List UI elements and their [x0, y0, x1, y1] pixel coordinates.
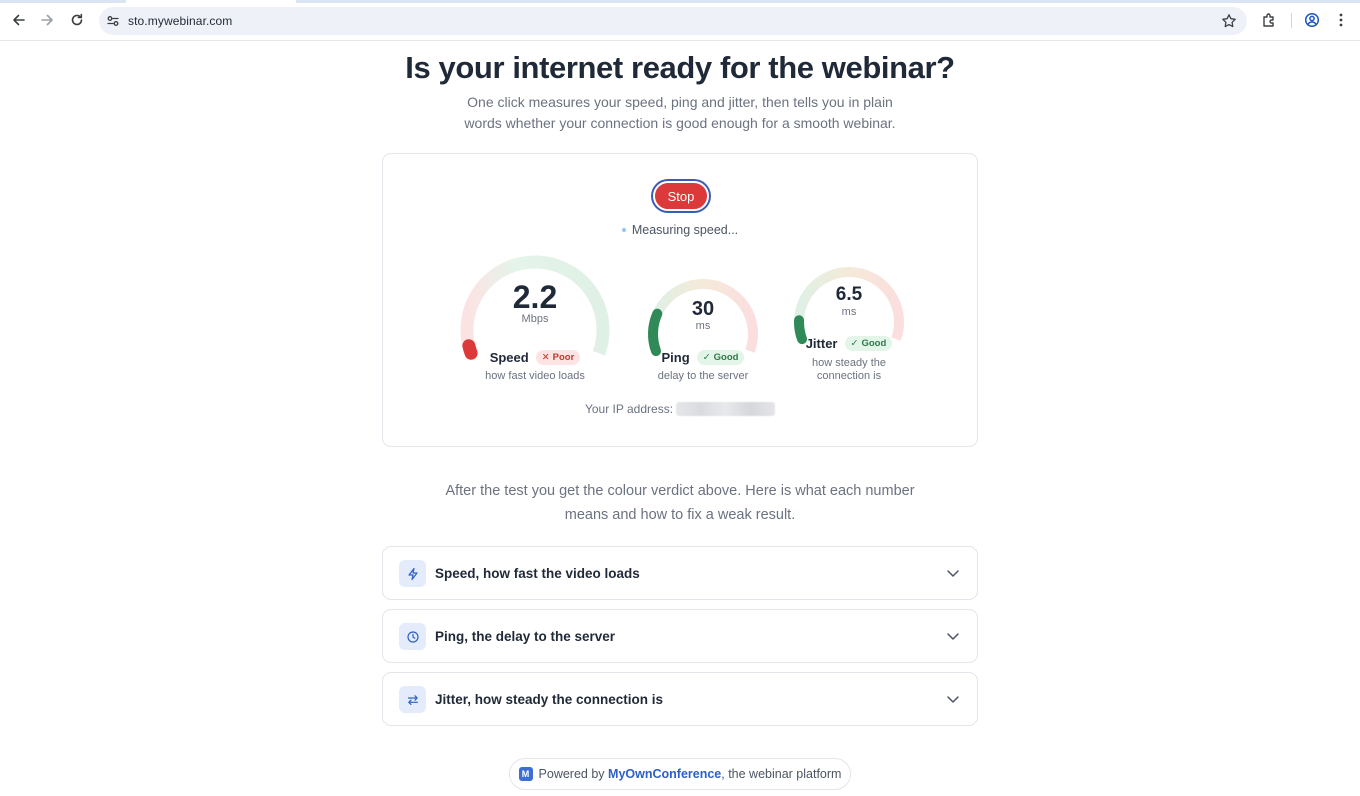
ip-label: Your IP address: [584, 402, 674, 416]
speed-value: 2.2 [512, 279, 558, 315]
site-settings-icon[interactable] [105, 13, 121, 29]
stop-button[interactable]: Stop [653, 181, 709, 211]
check-icon: ✓ [850, 338, 859, 349]
accordion-ping[interactable]: Ping, the delay to the server [382, 609, 978, 663]
chevron-down-icon [947, 696, 959, 703]
speed-label: Speed [489, 350, 529, 365]
explanation-text: After the test you get the colour verdic… [445, 483, 915, 523]
accordion-speed[interactable]: Speed, how fast the video loads [382, 546, 978, 600]
swap-arrows-icon [399, 686, 426, 713]
ping-label: Ping [661, 350, 690, 365]
ip-address-redacted [676, 401, 776, 416]
ping-label-row: Ping ✓ Good [623, 350, 783, 365]
browser-toolbar: sto.mywebinar.com [0, 0, 1360, 41]
profile-button[interactable] [1303, 11, 1321, 29]
extensions-button[interactable] [1260, 11, 1278, 29]
myownconference-logo: M [518, 767, 533, 781]
back-button[interactable] [10, 11, 28, 29]
footer-text: Powered by MyOwnConference, the webinar … [538, 767, 842, 781]
jitter-label: Jitter [805, 336, 838, 351]
x-icon: ✕ [541, 352, 550, 363]
accordion-jitter[interactable]: Jitter, how steady the connection is [382, 672, 978, 726]
speed-status-badge: ✕ Poor [535, 350, 581, 365]
jitter-unit: ms [841, 306, 857, 318]
accordion-jitter-title: Jitter, how steady the connection is [435, 692, 664, 707]
tab-strip [0, 0, 1360, 3]
jitter-value: 6.5 [835, 284, 863, 305]
accordion-ping-title: Ping, the delay to the server [435, 629, 616, 644]
puzzle-icon [1263, 13, 1274, 27]
clock-icon [399, 623, 426, 650]
ping-value: 30 [691, 298, 715, 320]
page-title: Is your internet ready for the webinar? [405, 50, 955, 85]
jitter-gauge: 6.5 ms [793, 266, 905, 345]
ping-description: delay to the server [657, 370, 749, 382]
jitter-label-row: Jitter ✓ Good [779, 336, 919, 351]
speed-gauge: 2.2 Mbps [459, 255, 611, 360]
reload-button[interactable] [68, 11, 86, 29]
brand-link[interactable]: MyOwnConference [608, 767, 721, 781]
arrow-left-icon [13, 14, 25, 26]
arrow-right-icon [41, 14, 53, 26]
chevron-down-icon [947, 570, 959, 577]
jitter-status-badge: ✓ Good [844, 336, 893, 351]
accordion-speed-title: Speed, how fast the video loads [435, 566, 640, 581]
status-text: Measuring speed... [631, 223, 739, 237]
speed-label-row: Speed ✕ Poor [459, 350, 611, 365]
test-status: Measuring speed... [383, 223, 977, 237]
ping-gauge: 30 ms [647, 278, 759, 357]
kebab-menu-icon [1339, 13, 1343, 27]
ip-address-row: Your IP address: [383, 401, 977, 417]
ping-status-badge: ✓ Good [696, 350, 745, 365]
speed-unit: Mbps [521, 313, 549, 325]
url-text[interactable]: sto.mywebinar.com [128, 14, 232, 28]
bookmark-star-icon[interactable] [1221, 13, 1237, 29]
speed-test-card: Stop Measuring speed... 2.2 Mbps Speed ✕… [382, 153, 978, 447]
page-subtitle: One click measures your speed, ping and … [464, 94, 896, 131]
jitter-description: how steady the connection is [812, 357, 886, 382]
powered-by-footer: M Powered by MyOwnConference, the webina… [509, 758, 851, 790]
browser-menu-button[interactable] [1332, 11, 1350, 29]
forward-button[interactable] [38, 11, 56, 29]
toolbar-divider [1291, 13, 1292, 28]
chevron-down-icon [947, 633, 959, 640]
speed-description: how fast video loads [485, 370, 585, 382]
reload-icon [71, 13, 83, 26]
check-icon: ✓ [702, 352, 711, 363]
address-bar[interactable]: sto.mywebinar.com [99, 7, 1247, 35]
lightning-icon [399, 560, 426, 587]
profile-icon [1304, 12, 1320, 28]
status-dot-icon [621, 227, 626, 232]
ping-unit: ms [695, 320, 711, 332]
